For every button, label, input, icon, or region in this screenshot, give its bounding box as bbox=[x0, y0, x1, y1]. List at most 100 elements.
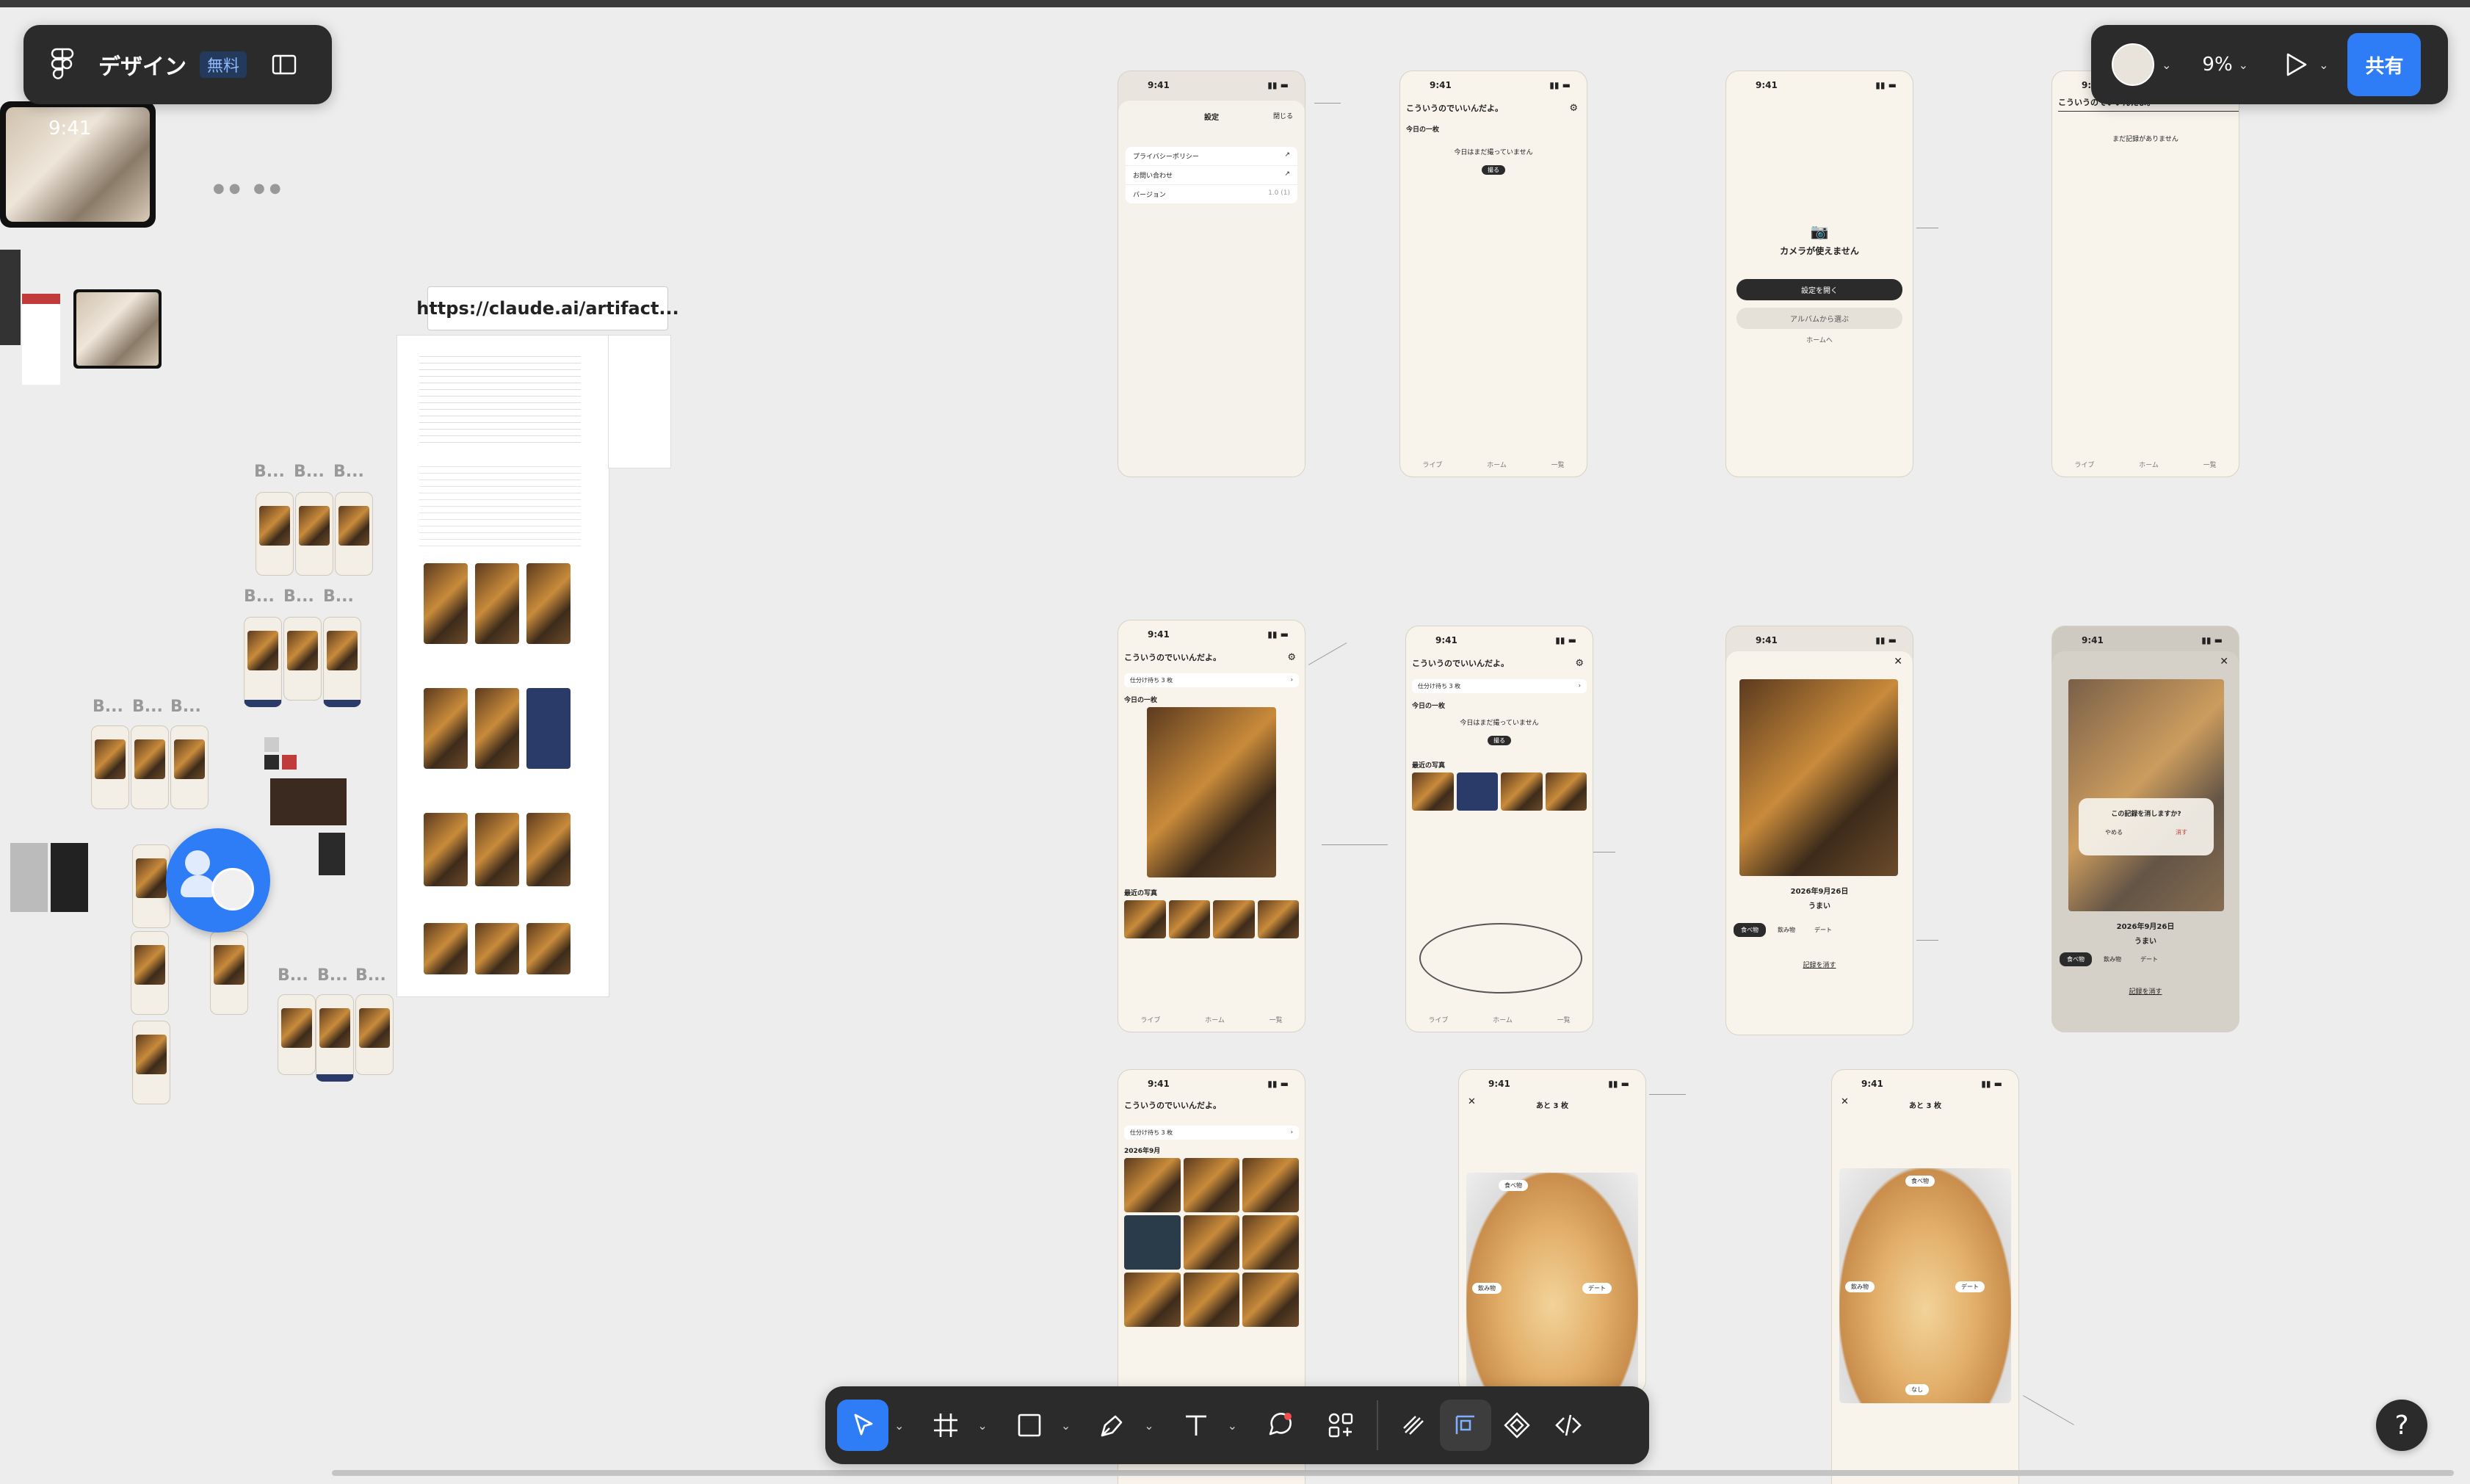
recent-photo[interactable] bbox=[1545, 772, 1587, 811]
plan-badge[interactable]: 無料 bbox=[200, 51, 247, 78]
tab-list[interactable]: 一覧 bbox=[1270, 1015, 1283, 1024]
share-button[interactable]: 共有 bbox=[2347, 33, 2422, 96]
tab-list[interactable]: 一覧 bbox=[2203, 460, 2217, 469]
chevron-down-icon[interactable]: ⌄ bbox=[1061, 1419, 1071, 1433]
grid-photo[interactable] bbox=[1242, 1215, 1299, 1270]
tag-food[interactable]: 食べ物 bbox=[1499, 1180, 1528, 1191]
chevron-down-icon[interactable]: ⌄ bbox=[2239, 58, 2248, 72]
file-title[interactable]: デザイン bbox=[98, 48, 186, 81]
close-icon[interactable]: ✕ bbox=[2220, 656, 2228, 667]
delete-record-link[interactable]: 記録を消す bbox=[2052, 986, 2239, 996]
thumb[interactable] bbox=[283, 617, 322, 701]
pending-row[interactable]: 仕分け待ち 3 枚 › bbox=[1124, 1126, 1299, 1140]
tab-live[interactable]: ライブ bbox=[1140, 1015, 1160, 1024]
choose-album-button[interactable]: アルバムから選ぶ bbox=[1736, 308, 1902, 329]
text-tool-button[interactable] bbox=[1170, 1400, 1222, 1451]
chevron-down-icon[interactable]: ⌄ bbox=[2162, 58, 2171, 72]
thumb[interactable] bbox=[295, 492, 333, 576]
recent-photo[interactable] bbox=[1501, 772, 1543, 811]
recent-photo[interactable] bbox=[1124, 900, 1166, 938]
close-icon[interactable]: ✕ bbox=[1841, 1096, 1849, 1107]
chevron-down-icon[interactable]: ⌄ bbox=[1144, 1419, 1153, 1433]
tab-home[interactable]: ホーム bbox=[1493, 1015, 1513, 1024]
recent-photo[interactable] bbox=[1456, 772, 1498, 811]
screen-list-empty[interactable]: 9:41▮▮ ▬ こういうのでいいんだよ。 まだ記録がありません ライブホーム一… bbox=[2051, 70, 2239, 477]
open-settings-button[interactable]: 設定を開く bbox=[1736, 279, 1902, 300]
comment-tool-button[interactable] bbox=[1253, 1400, 1305, 1451]
prototype-mode-button[interactable] bbox=[1491, 1400, 1543, 1451]
play-icon[interactable] bbox=[2284, 51, 2308, 78]
tab-home[interactable]: ホーム bbox=[1487, 460, 1507, 469]
tag-drink[interactable]: 飲み物 bbox=[2096, 952, 2129, 966]
tag-drink[interactable]: 飲み物 bbox=[1845, 1281, 1875, 1292]
tab-list[interactable]: 一覧 bbox=[1557, 1015, 1571, 1024]
today-photo[interactable] bbox=[1147, 707, 1276, 877]
small-ipad-frame[interactable] bbox=[73, 289, 162, 369]
thumb[interactable] bbox=[278, 994, 316, 1075]
home-link[interactable]: ホームへ bbox=[1736, 335, 1902, 344]
thumb[interactable] bbox=[355, 994, 394, 1075]
thumb[interactable] bbox=[131, 725, 169, 809]
chevron-down-icon[interactable]: ⌄ bbox=[894, 1419, 904, 1433]
chevron-down-icon[interactable]: ⌄ bbox=[977, 1419, 987, 1433]
tab-home[interactable]: ホーム bbox=[1205, 1015, 1225, 1024]
settings-item-privacy[interactable]: プライバシーポリシー ↗ bbox=[1126, 147, 1297, 166]
dev-mode-button[interactable] bbox=[1543, 1400, 1594, 1451]
take-button[interactable]: 撮る bbox=[1482, 165, 1505, 175]
screen-home-recent[interactable]: 9:41 ▮▮ ▬ こういうのでいいんだよ。 ⚙ 仕分け待ち 3 枚 › 今日の一枚… bbox=[1405, 626, 1593, 1032]
screen-settings[interactable]: 9:41 ▮▮ ▬ 設定 閉じる プライバシーポリシー ↗ お問い合わせ ↗ バージョ… bbox=[1118, 70, 1305, 477]
frame-tool-button[interactable] bbox=[920, 1400, 971, 1451]
move-tool-button[interactable] bbox=[837, 1400, 888, 1451]
recent-photo[interactable] bbox=[1168, 900, 1210, 938]
take-button[interactable]: 撮る bbox=[1488, 736, 1511, 745]
grid-photo[interactable] bbox=[1124, 1273, 1181, 1327]
screen-home-empty[interactable]: 9:41 ▮▮ ▬ こういうのでいいんだよ。 ⚙ 今日の一枚 今日はまだ撮っていま… bbox=[1399, 70, 1587, 477]
tab-live[interactable]: ライブ bbox=[1422, 460, 1442, 469]
thumb[interactable] bbox=[316, 994, 354, 1082]
horizontal-scrollbar[interactable] bbox=[332, 1470, 2454, 1476]
cancel-button[interactable]: やめる bbox=[2105, 828, 2123, 836]
tag-date[interactable]: デート bbox=[2133, 952, 2165, 966]
grid-photo[interactable] bbox=[1124, 1158, 1181, 1212]
screen-delete-confirm[interactable]: 9:41 ▮▮ ▬ ✕ この記録を消しますか? やめる 消す 2026年9月26日… bbox=[2051, 626, 2239, 1032]
thumb[interactable] bbox=[335, 492, 373, 576]
pending-row[interactable]: 仕分け待ち 3 枚 › bbox=[1124, 673, 1299, 687]
shape-tool-button[interactable] bbox=[1004, 1400, 1055, 1451]
thumb[interactable] bbox=[244, 617, 282, 707]
tab-list[interactable]: 一覧 bbox=[1551, 460, 1565, 469]
ipad-frame[interactable]: 9:41 bbox=[0, 101, 156, 228]
recent-photo[interactable] bbox=[1412, 772, 1454, 811]
thumb[interactable] bbox=[210, 931, 248, 1015]
grid-photo[interactable] bbox=[1124, 1215, 1181, 1270]
url-label[interactable]: https://claude.ai/artifact... bbox=[416, 286, 679, 330]
pen-tool-button[interactable] bbox=[1087, 1400, 1138, 1451]
screen-camera-unavailable[interactable]: 9:41 ▮▮ ▬ 📷 カメラが使えません 設定を開く アルバムから選ぶ ホームへ bbox=[1725, 70, 1913, 477]
close-icon[interactable]: ✕ bbox=[1468, 1096, 1476, 1107]
screen-home-photo[interactable]: 9:41 ▮▮ ▬ こういうのでいいんだよ。 ⚙ 仕分け待ち 3 枚 › 今日の一枚… bbox=[1118, 620, 1305, 1032]
grid-photo[interactable] bbox=[1242, 1273, 1299, 1327]
thumb[interactable] bbox=[132, 1021, 170, 1104]
avatar[interactable] bbox=[2112, 43, 2154, 86]
tag-none[interactable]: なし bbox=[1905, 1384, 1929, 1395]
gear-icon[interactable]: ⚙ bbox=[1287, 652, 1296, 663]
tag-food[interactable]: 食べ物 bbox=[1734, 923, 1766, 937]
close-icon[interactable]: ✕ bbox=[1894, 656, 1902, 667]
figma-logo-icon[interactable] bbox=[50, 48, 75, 82]
detail-photo[interactable] bbox=[1739, 679, 1898, 876]
thumb[interactable] bbox=[131, 931, 169, 1015]
tag-food[interactable]: 食べ物 bbox=[2060, 952, 2092, 966]
tab-live[interactable]: ライブ bbox=[2074, 460, 2094, 469]
tag-date[interactable]: デート bbox=[1807, 923, 1839, 937]
tab-home[interactable]: ホーム bbox=[2139, 460, 2159, 469]
tag-drink[interactable]: 飲み物 bbox=[1770, 923, 1803, 937]
side-screens[interactable] bbox=[0, 242, 60, 389]
pending-row[interactable]: 仕分け待ち 3 枚 › bbox=[1412, 679, 1587, 693]
tag-date[interactable]: デート bbox=[1582, 1283, 1612, 1294]
thumb[interactable] bbox=[256, 492, 294, 576]
gear-icon[interactable]: ⚙ bbox=[1575, 658, 1584, 669]
delete-record-link[interactable]: 記録を消す bbox=[1726, 960, 1913, 969]
delete-button[interactable]: 消す bbox=[2176, 828, 2187, 836]
settings-item-contact[interactable]: お問い合わせ ↗ bbox=[1126, 166, 1297, 185]
design-mode-button[interactable] bbox=[1440, 1400, 1492, 1451]
thumb[interactable] bbox=[170, 725, 209, 809]
